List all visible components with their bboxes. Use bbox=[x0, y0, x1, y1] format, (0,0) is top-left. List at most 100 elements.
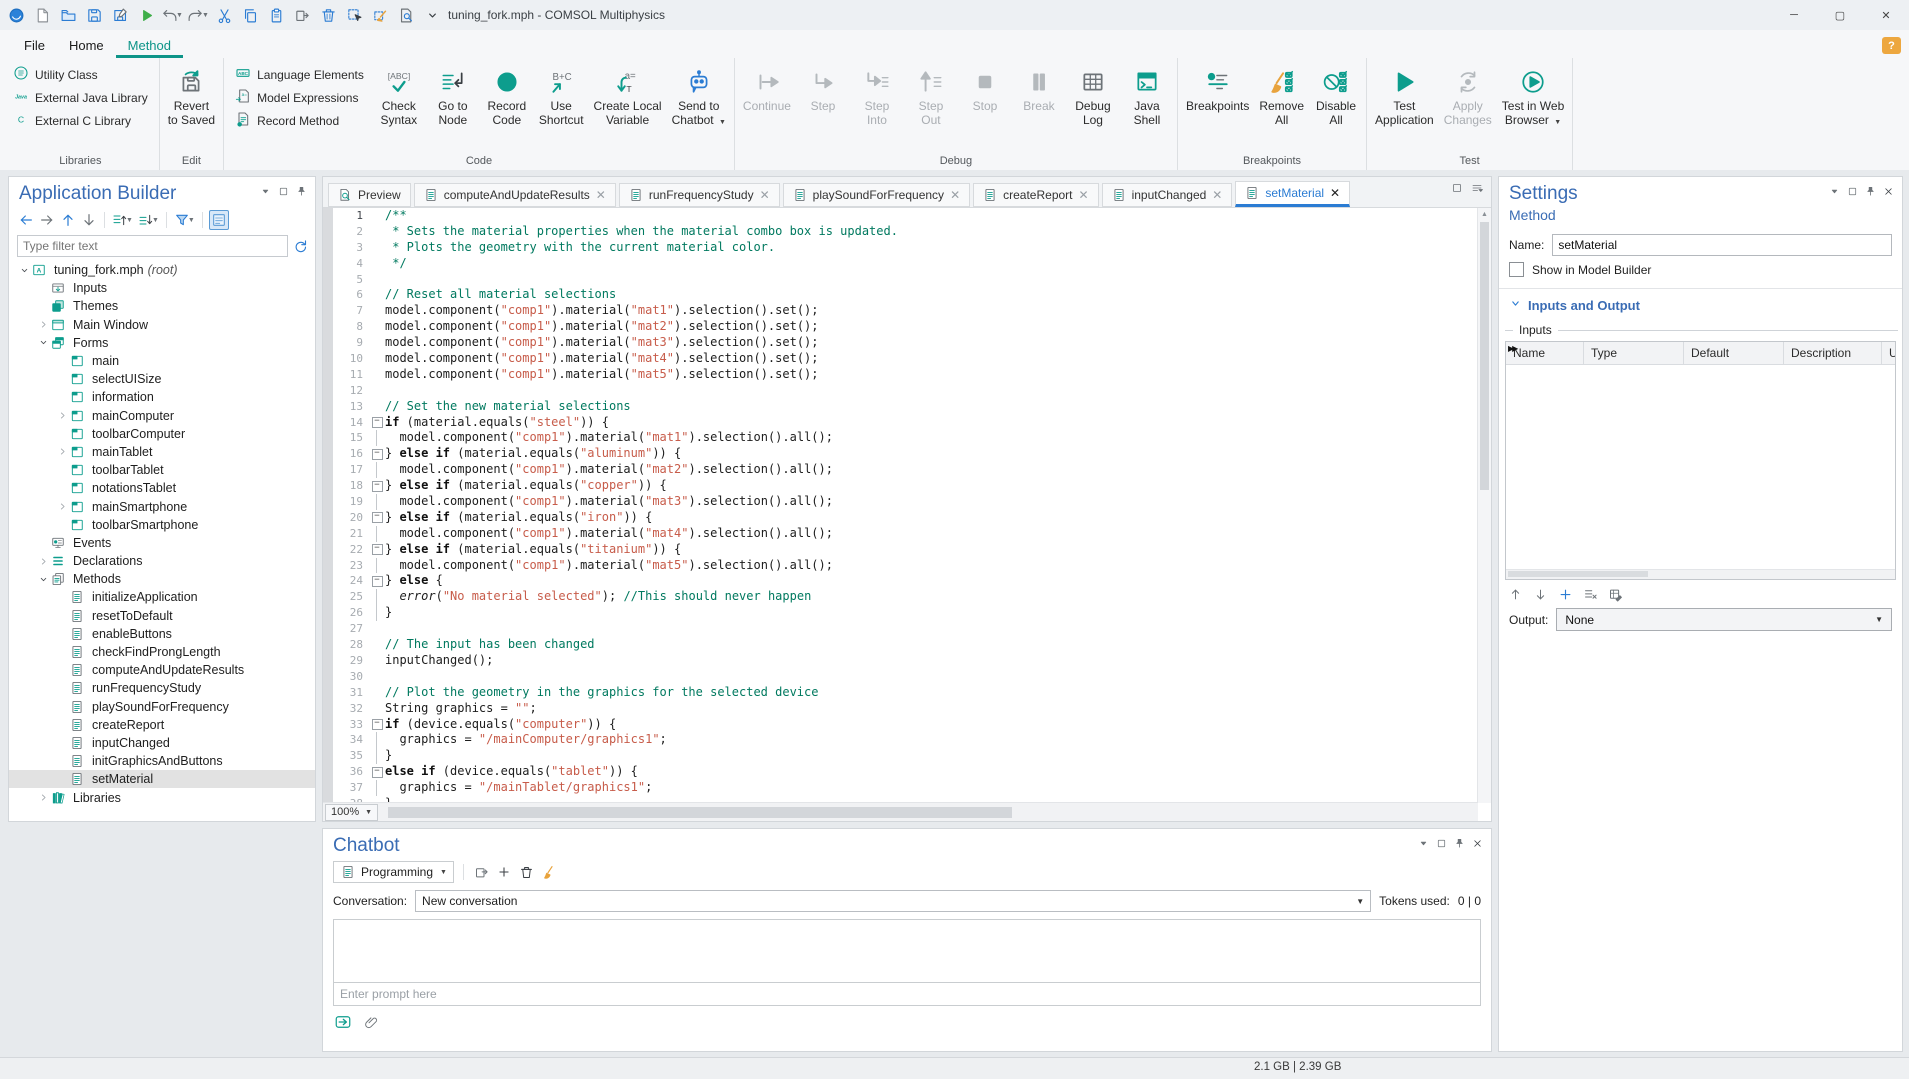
delete-row-icon[interactable] bbox=[1582, 586, 1599, 603]
ribbon-tab-home[interactable]: Home bbox=[57, 35, 116, 58]
editor-vertical-scrollbar[interactable]: ▲ bbox=[1477, 208, 1491, 803]
caret-collapsed-icon[interactable] bbox=[55, 500, 69, 514]
close-icon[interactable] bbox=[1883, 186, 1894, 200]
column-header-name[interactable]: Name bbox=[1506, 342, 1584, 364]
redo-icon[interactable]: ▼ bbox=[186, 3, 210, 27]
editor-tab-Preview[interactable]: Preview bbox=[328, 183, 411, 207]
minimize-button[interactable]: ─ bbox=[1771, 0, 1817, 30]
tree-item-Themes[interactable]: Themes bbox=[9, 297, 315, 315]
filter-icon[interactable]: ▼ bbox=[173, 211, 196, 229]
table-horizontal-scrollbar[interactable] bbox=[1506, 569, 1895, 579]
tree-item-mainSmartphone[interactable]: mainSmartphone bbox=[9, 497, 315, 515]
close-icon[interactable] bbox=[1472, 838, 1483, 852]
chat-prompt-input[interactable]: Enter prompt here bbox=[333, 983, 1481, 1006]
debug-log-button[interactable]: DebugLog bbox=[1066, 60, 1120, 154]
fold-marker[interactable]: − bbox=[369, 510, 385, 526]
tree-item-Forms[interactable]: Forms bbox=[9, 334, 315, 352]
fold-marker[interactable]: − bbox=[369, 478, 385, 494]
breakpoint-margin[interactable] bbox=[323, 526, 333, 542]
run-icon[interactable] bbox=[134, 3, 158, 27]
breakpoint-margin[interactable] bbox=[323, 383, 333, 399]
tree-item-MainWindow[interactable]: Main Window bbox=[9, 316, 315, 334]
add-row-icon[interactable] bbox=[1557, 586, 1574, 603]
delete-conversation-icon[interactable] bbox=[518, 864, 535, 881]
tree-item-initializeApplication[interactable]: initializeApplication bbox=[9, 588, 315, 606]
fold-marker[interactable]: − bbox=[369, 415, 385, 431]
save-icon[interactable] bbox=[82, 3, 106, 27]
caret-collapsed-icon[interactable] bbox=[36, 554, 50, 568]
new-file-icon[interactable] bbox=[30, 3, 54, 27]
breakpoint-margin[interactable] bbox=[323, 717, 333, 733]
clear-conversation-icon[interactable] bbox=[541, 863, 559, 881]
nav-back-icon[interactable] bbox=[17, 211, 35, 229]
go-to-node-button[interactable]: Go toNode bbox=[426, 60, 480, 154]
breakpoint-margin[interactable] bbox=[323, 303, 333, 319]
editor-tab-playSoundForFrequency[interactable]: playSoundForFrequency✕ bbox=[783, 183, 970, 207]
caret-expanded-icon[interactable] bbox=[36, 572, 50, 586]
attach-file-icon[interactable] bbox=[363, 1014, 380, 1031]
tree-item-playSoundForFrequency[interactable]: playSoundForFrequency bbox=[9, 698, 315, 716]
tree-item-mainTablet[interactable]: mainTablet bbox=[9, 443, 315, 461]
tree-item-enableButtons[interactable]: enableButtons bbox=[9, 625, 315, 643]
editor-menu-icon[interactable] bbox=[1471, 181, 1483, 199]
nav-forward-icon[interactable] bbox=[38, 211, 56, 229]
pin-icon[interactable] bbox=[296, 186, 307, 200]
external-c-library-button[interactable]: CExternal C Library bbox=[10, 111, 151, 130]
use-shortcut-button[interactable]: B+CUseShortcut bbox=[534, 60, 589, 154]
caret-collapsed-icon[interactable] bbox=[55, 445, 69, 459]
sort-desc-icon[interactable]: ▼ bbox=[137, 211, 160, 229]
breakpoint-margin[interactable] bbox=[323, 748, 333, 764]
tree-item-main[interactable]: main bbox=[9, 352, 315, 370]
breakpoint-margin[interactable] bbox=[323, 446, 333, 462]
editor-zoom-button[interactable]: 100% ▼ bbox=[325, 804, 378, 821]
ribbon-tab-file[interactable]: File bbox=[12, 35, 57, 58]
scrollbar-thumb[interactable] bbox=[1480, 222, 1489, 490]
tree-item-createReport[interactable]: createReport bbox=[9, 716, 315, 734]
breakpoint-margin[interactable] bbox=[323, 335, 333, 351]
clear-selection-icon[interactable] bbox=[368, 3, 392, 27]
method-name-input[interactable] bbox=[1552, 234, 1892, 256]
breakpoint-margin[interactable] bbox=[323, 399, 333, 415]
move-up-icon[interactable] bbox=[59, 211, 77, 229]
breakpoint-margin[interactable] bbox=[323, 573, 333, 589]
tree-item-Methods[interactable]: Methods bbox=[9, 570, 315, 588]
float-icon[interactable] bbox=[1436, 838, 1447, 852]
tree-item-notationsTablet[interactable]: notationsTablet bbox=[9, 479, 315, 497]
maximize-button[interactable]: ▢ bbox=[1817, 0, 1863, 30]
collapse-icon[interactable] bbox=[260, 186, 271, 200]
column-header-unit[interactable]: Unit bbox=[1882, 342, 1896, 364]
tree-item-tuningforkmph[interactable]: Atuning_fork.mph(root) bbox=[9, 261, 315, 279]
breakpoint-margin[interactable] bbox=[323, 208, 333, 224]
breakpoint-margin[interactable] bbox=[323, 589, 333, 605]
undo-icon[interactable]: ▼ bbox=[160, 3, 184, 27]
column-header-description[interactable]: Description bbox=[1784, 342, 1882, 364]
column-header-default[interactable]: Default bbox=[1684, 342, 1784, 364]
remove-all-button[interactable]: RemoveAll bbox=[1254, 60, 1309, 154]
editor-tab-setMaterial[interactable]: setMaterial✕ bbox=[1235, 181, 1350, 207]
open-file-icon[interactable] bbox=[56, 3, 80, 27]
breakpoint-margin[interactable] bbox=[323, 494, 333, 510]
output-dropdown[interactable]: None ▼ bbox=[1556, 608, 1892, 631]
tree-item-mainComputer[interactable]: mainComputer bbox=[9, 407, 315, 425]
move-row-down-icon[interactable] bbox=[1532, 586, 1549, 603]
java-shell-button[interactable]: JavaShell bbox=[1120, 60, 1174, 154]
paste-icon[interactable] bbox=[264, 3, 288, 27]
send-prompt-icon[interactable] bbox=[333, 1012, 353, 1032]
tree-item-resetToDefault[interactable]: resetToDefault bbox=[9, 607, 315, 625]
breakpoint-margin[interactable] bbox=[323, 367, 333, 383]
edit-table-icon[interactable] bbox=[1607, 586, 1624, 603]
collapse-fold-icon[interactable]: − bbox=[372, 767, 383, 778]
utility-class-button[interactable]: Utility Class bbox=[10, 65, 151, 84]
overflow-icon[interactable] bbox=[420, 3, 444, 27]
caret-expanded-icon[interactable] bbox=[17, 263, 31, 277]
show-in-model-builder-checkbox[interactable] bbox=[1509, 262, 1524, 277]
save-as-icon[interactable] bbox=[108, 3, 132, 27]
sort-asc-icon[interactable]: ▼ bbox=[111, 211, 134, 229]
copy-icon[interactable] bbox=[238, 3, 262, 27]
collapse-fold-icon[interactable]: − bbox=[372, 449, 383, 460]
conversation-dropdown[interactable]: New conversation ▼ bbox=[415, 890, 1371, 912]
editor-tab-createReport[interactable]: createReport✕ bbox=[973, 183, 1098, 207]
breakpoint-margin[interactable] bbox=[323, 272, 333, 288]
editor-tab-inputChanged[interactable]: inputChanged✕ bbox=[1102, 183, 1233, 207]
caret-collapsed-icon[interactable] bbox=[55, 409, 69, 423]
